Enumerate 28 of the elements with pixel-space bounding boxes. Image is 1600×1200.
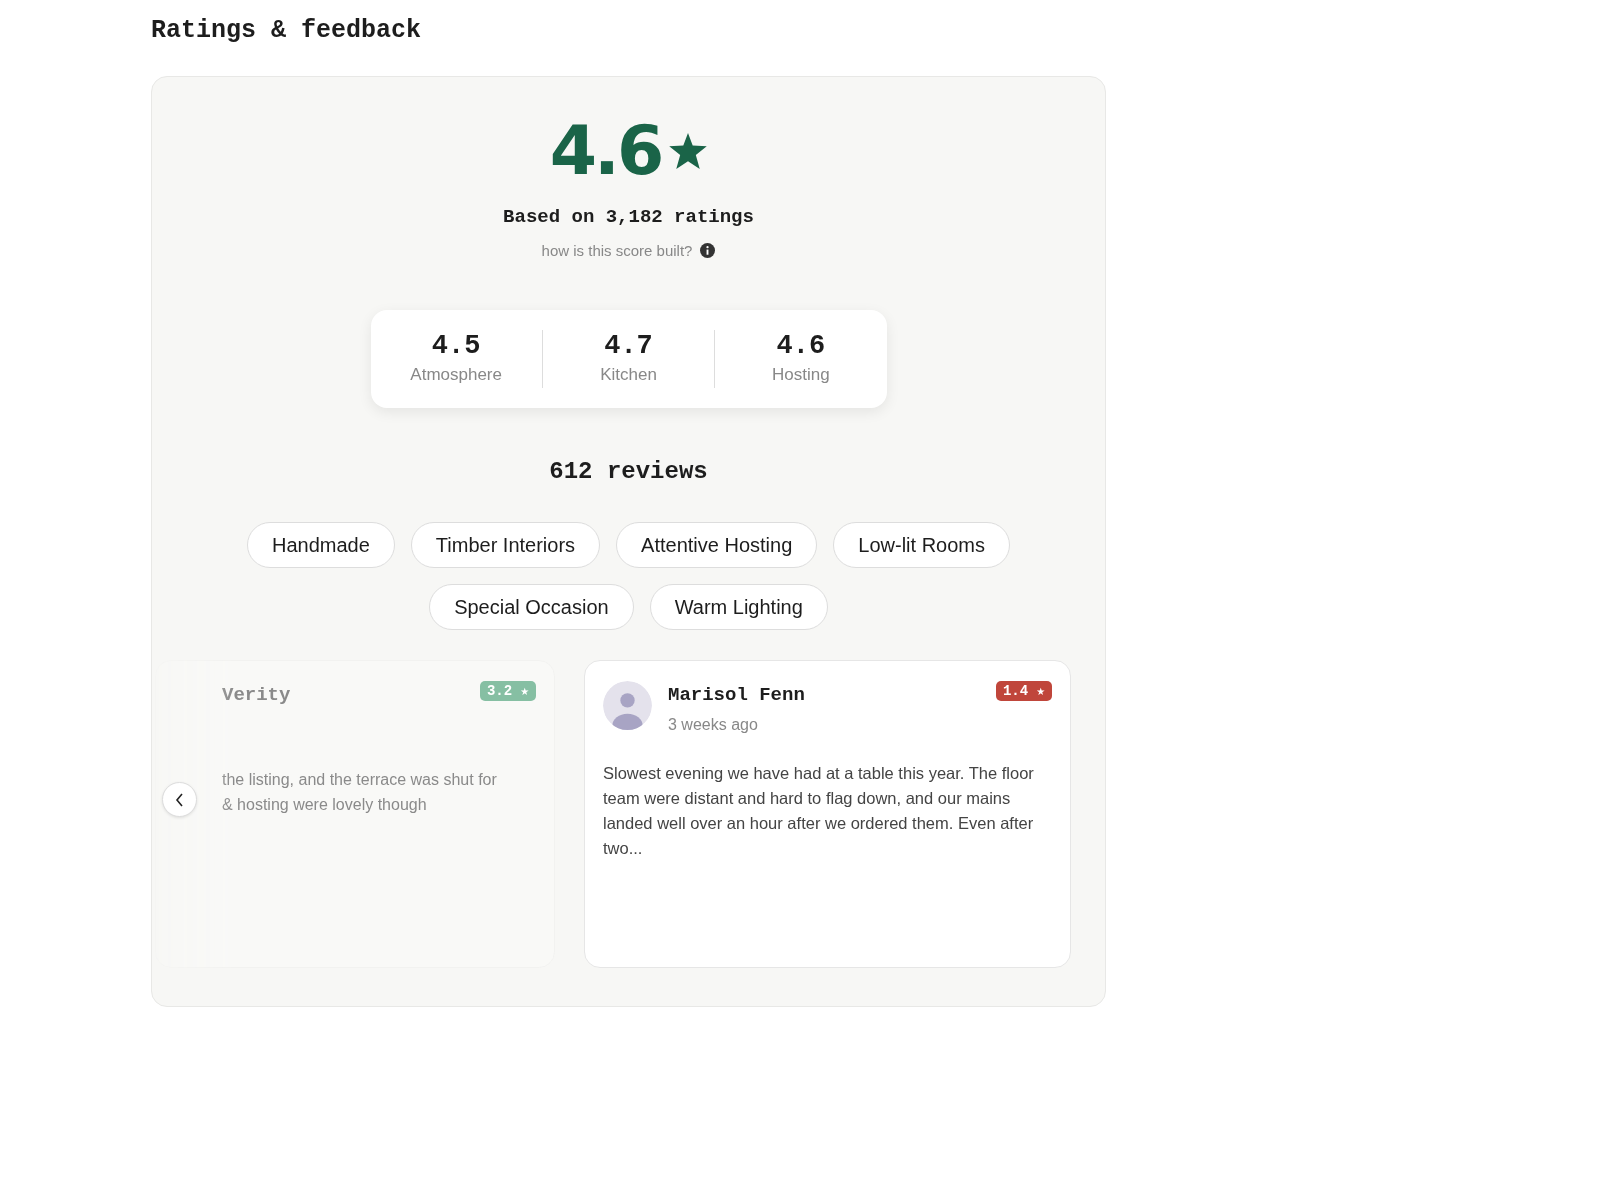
tag-chip[interactable]: Attentive Hosting <box>616 521 818 568</box>
review-text: the listing, and the terrace was shut for <box>222 770 498 791</box>
star-icon <box>669 133 708 169</box>
category-label: Atmosphere <box>409 364 503 387</box>
review-text: Slowest evening we have had at a table this year. The floor team were distant and hard to flag down, and our mains landed well over an hour after we ordered them. Even after two... <box>603 763 1035 860</box>
reviewer-name: Verity <box>222 682 292 708</box>
review-time: 3 weeks ago <box>668 715 759 736</box>
avatar-icon <box>603 680 652 730</box>
rating-badge: 3.2 ★ <box>479 680 536 701</box>
tag-chip[interactable]: Special Occasion <box>429 583 634 630</box>
page-title: Ratings & feedback <box>151 16 423 46</box>
reviews-count: 612 reviews <box>548 456 709 487</box>
rating-badge: 1.4 ★ <box>995 680 1052 701</box>
tag-chip[interactable]: Warm Lighting <box>649 583 828 630</box>
overall-score: 4.6 <box>549 117 662 185</box>
review-text: & hosting were lovely though <box>222 795 428 816</box>
category-score: 4.5 <box>430 330 482 363</box>
chevron-left-icon <box>174 792 185 807</box>
ratings-count: Based on 3,182 ratings <box>502 205 755 230</box>
category-label: Kitchen <box>599 364 658 387</box>
tag-chip[interactable]: Handmade <box>246 521 395 568</box>
category-score: 4.6 <box>775 330 827 363</box>
tag-chip[interactable]: Low-lit Rooms <box>833 521 1010 568</box>
category-label: Hosting <box>771 364 831 387</box>
tag-chip[interactable]: Timber Interiors <box>410 521 601 568</box>
info-icon[interactable] <box>700 243 716 259</box>
reviewer-name: Marisol Fenn <box>668 682 806 708</box>
category-score: 4.7 <box>603 330 654 363</box>
